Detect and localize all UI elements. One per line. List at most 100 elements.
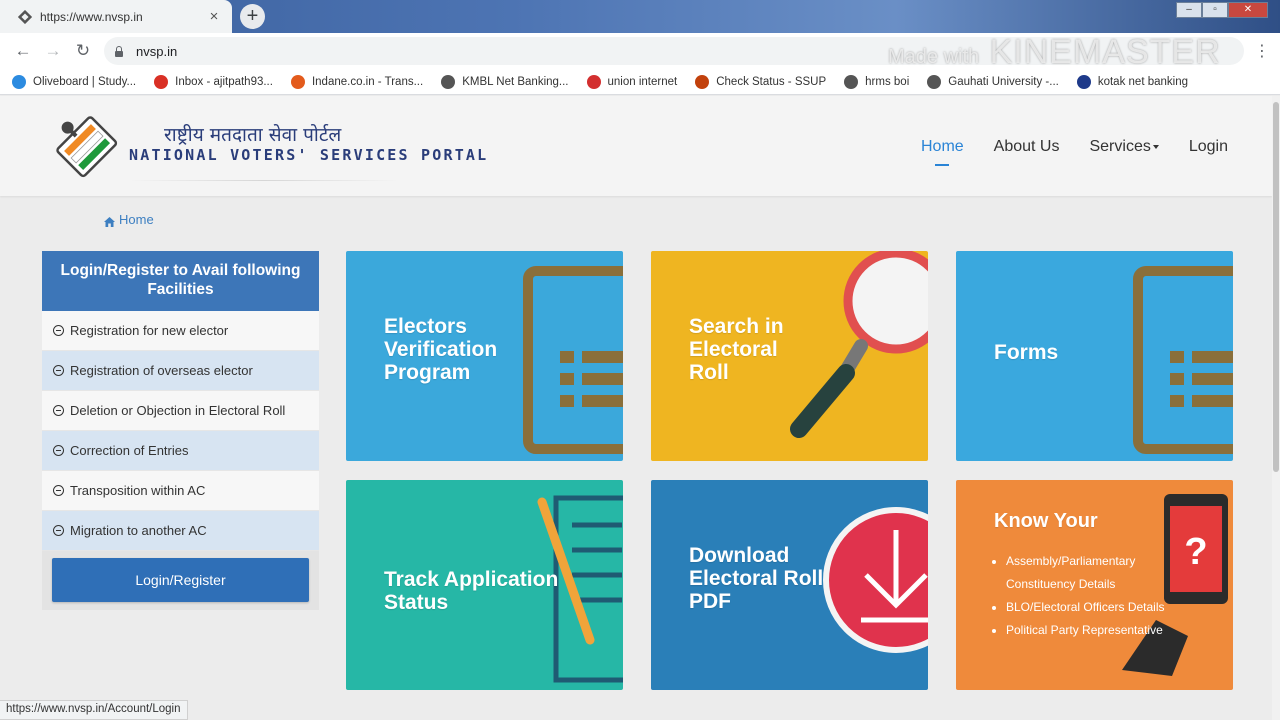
card-label: Electors Verification Program (384, 315, 498, 384)
reload-icon[interactable]: ↻ (68, 36, 98, 66)
minus-circle-icon (53, 525, 64, 536)
kinemaster-watermark: Made with KINEMASTER (888, 33, 1221, 72)
bookmark-item[interactable]: Gauhati University -... (927, 74, 1059, 89)
forward-arrow-icon[interactable]: → (38, 36, 68, 66)
bookmark-label: Oliveboard | Study... (33, 75, 137, 88)
home-icon (104, 215, 115, 227)
lock-icon (114, 45, 124, 57)
bookmark-label: kotak net banking (1097, 75, 1188, 88)
nav-about-us[interactable]: About Us (994, 138, 1060, 156)
browser-menu-icon[interactable]: ⋮ (1254, 41, 1270, 61)
nav-services-label: Services (1089, 138, 1151, 155)
bookmark-item[interactable]: Check Status - SSUP (695, 74, 827, 89)
facilities-heading: Login/Register to Avail following Facili… (42, 251, 319, 311)
facility-item[interactable]: Registration for new elector (42, 311, 319, 351)
brand-divider (129, 180, 399, 181)
union-bank-icon (586, 74, 601, 89)
bookmarks-bar: Oliveboard | Study... Inbox - ajitpath93.… (0, 69, 1280, 95)
new-tab-button[interactable]: + (240, 4, 265, 29)
indane-icon (290, 74, 305, 89)
maximize-button[interactable]: ▫ (1202, 2, 1228, 18)
facility-label: Registration for new elector (70, 323, 229, 338)
bookmark-item[interactable]: kotak net banking (1076, 74, 1188, 89)
card-forms[interactable]: Forms (956, 251, 1233, 461)
browser-tab[interactable]: https://www.nvsp.in × (0, 0, 232, 33)
main-nav: Home About Us Services Login (891, 138, 1228, 166)
oliveboard-icon (12, 74, 26, 89)
know-your-item[interactable]: Political Party Representative (1006, 619, 1186, 642)
globe-icon (927, 74, 942, 89)
brand-title-english: NATIONAL VOTERS' SERVICES PORTAL (129, 146, 489, 164)
nav-home[interactable]: Home (921, 138, 964, 166)
nav-services[interactable]: Services (1089, 138, 1159, 156)
card-electors-verification[interactable]: Electors Verification Program (346, 251, 623, 461)
card-track-application[interactable]: Track Application Status (346, 480, 623, 690)
brand-title-hindi: राष्ट्रीय मतदाता सेवा पोर्टल (164, 124, 342, 146)
bookmark-label: Check Status - SSUP (716, 75, 827, 88)
nvsp-favicon-icon (18, 9, 32, 24)
minus-circle-icon (53, 365, 64, 376)
card-know-your[interactable]: ? Know Your Assembly/Parliamentary Const… (956, 480, 1233, 690)
page-scrollbar[interactable] (1272, 96, 1280, 720)
login-register-button[interactable]: Login/Register (52, 558, 309, 602)
bookmark-label: hrms boi (865, 75, 910, 88)
minimize-button[interactable]: – (1176, 2, 1202, 18)
know-your-item[interactable]: BLO/Electoral Officers Details (1006, 596, 1186, 619)
globe-icon (844, 74, 859, 89)
page-content: राष्ट्रीय मतदाता सेवा पोर्टल NATIONAL VO… (0, 96, 1272, 720)
card-label: Know Your (994, 510, 1098, 532)
tab-close-icon[interactable]: × (206, 8, 222, 25)
status-bar: https://www.nvsp.in/Account/Login (0, 700, 188, 720)
watermark-brand: KINEMASTER (989, 33, 1221, 71)
globe-icon (441, 74, 456, 89)
facility-item[interactable]: Correction of Entries (42, 431, 319, 471)
watermark-prefix: Made with (888, 46, 980, 68)
bookmark-item[interactable]: Oliveboard | Study... (12, 74, 137, 89)
gmail-icon (154, 74, 169, 89)
bookmark-item[interactable]: union internet (586, 74, 678, 89)
card-download-roll-pdf[interactable]: Download Electoral Roll PDF (651, 480, 928, 690)
eci-logo[interactable] (48, 108, 124, 184)
card-label: Track Application Status (384, 568, 559, 614)
site-header: राष्ट्रीय मतदाता सेवा पोर्टल NATIONAL VO… (0, 96, 1272, 196)
card-label: Search in Electoral Roll (689, 315, 784, 384)
bookmark-label: union internet (607, 75, 678, 88)
facility-item[interactable]: Deletion or Objection in Electoral Roll (42, 391, 319, 431)
bookmark-label: Inbox - ajitpath93... (175, 75, 273, 88)
window-close-button[interactable]: ✕ (1228, 2, 1268, 18)
facility-label: Correction of Entries (70, 443, 189, 458)
scrollbar-thumb[interactable] (1273, 102, 1279, 472)
facilities-panel: Login/Register to Avail following Facili… (42, 251, 319, 610)
facility-item[interactable]: Registration of overseas elector (42, 351, 319, 391)
card-label: Forms (994, 341, 1059, 364)
back-arrow-icon[interactable]: ← (8, 36, 38, 66)
nav-login[interactable]: Login (1189, 138, 1228, 156)
tab-title: https://www.nvsp.in (40, 9, 143, 24)
bookmark-item[interactable]: KMBL Net Banking... (441, 74, 569, 89)
minus-circle-icon (53, 325, 64, 336)
bookmark-label: Gauhati University -... (948, 75, 1059, 88)
know-your-list: Assembly/Parliamentary Constituency Deta… (1006, 550, 1186, 642)
bookmark-label: KMBL Net Banking... (462, 75, 569, 88)
address-url: nvsp.in (136, 43, 178, 59)
card-search-electoral-roll[interactable]: Search in Electoral Roll (651, 251, 928, 461)
facility-label: Migration to another AC (70, 523, 207, 538)
tab-strip: https://www.nvsp.in × + – ▫ ✕ (0, 0, 1280, 33)
minus-circle-icon (53, 445, 64, 456)
facility-item[interactable]: Transposition within AC (42, 471, 319, 511)
facility-item[interactable]: Migration to another AC (42, 511, 319, 551)
minus-circle-icon (53, 485, 64, 496)
bookmark-item[interactable]: Inbox - ajitpath93... (154, 74, 273, 89)
svg-text:?: ? (1184, 531, 1207, 573)
window-controls: – ▫ ✕ (1176, 2, 1268, 18)
chevron-down-icon (1152, 144, 1159, 149)
breadcrumb-home: Home (119, 212, 154, 227)
know-your-item[interactable]: Assembly/Parliamentary Constituency Deta… (1006, 550, 1186, 596)
ssup-icon (695, 74, 710, 89)
facility-label: Registration of overseas elector (70, 363, 253, 378)
breadcrumb[interactable]: Home (104, 212, 154, 227)
facility-label: Deletion or Objection in Electoral Roll (70, 403, 286, 418)
facility-label: Transposition within AC (70, 483, 206, 498)
bookmark-item[interactable]: Indane.co.in - Trans... (290, 74, 423, 89)
bookmark-item[interactable]: hrms boi (844, 74, 910, 89)
